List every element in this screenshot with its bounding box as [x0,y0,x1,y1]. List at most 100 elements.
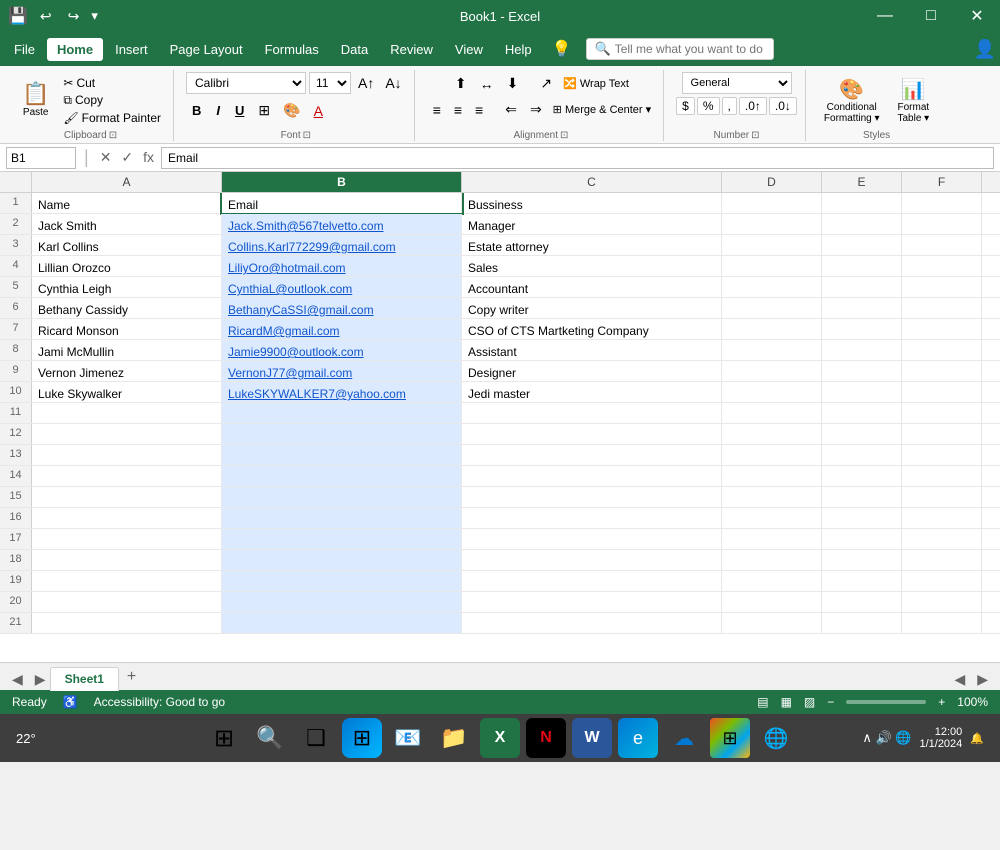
cell-e2[interactable] [822,214,902,234]
align-center-btn[interactable]: ≡ [448,98,468,121]
minimize-btn[interactable]: — [862,0,908,32]
row-header[interactable]: 13 [0,445,32,465]
cell-d9[interactable] [722,361,822,381]
cell-e5[interactable] [822,277,902,297]
row-header[interactable]: 15 [0,487,32,507]
cell-d16[interactable] [722,508,822,528]
cell-f7[interactable] [902,319,982,339]
col-header-f[interactable]: F [902,172,982,192]
align-bottom-btn[interactable]: ⬇ [501,72,525,95]
cell-b7[interactable]: RicardM@gmail.com [222,319,462,339]
cell-c1[interactable]: Bussiness [462,193,722,213]
col-header-b[interactable]: B [222,172,462,192]
cell-d5[interactable] [722,277,822,297]
row-header[interactable]: 6 [0,298,32,318]
conditional-formatting-btn[interactable]: 🎨 ConditionalFormatting ▾ [818,74,886,127]
cell-c20[interactable] [462,592,722,612]
cell-b6[interactable]: BethanyCaSSI@gmail.com [222,298,462,318]
cell-c18[interactable] [462,550,722,570]
cell-d21[interactable] [722,613,822,633]
alignment-expand-icon[interactable]: ⊡ [560,130,568,141]
align-middle-btn[interactable]: ↔ [474,72,500,95]
edge-icon[interactable]: e [618,718,658,758]
cell-f4[interactable] [902,256,982,276]
cell-b4[interactable]: LiliyOro@hotmail.com [222,256,462,276]
cut-btn[interactable]: ✂ Cut [59,75,165,91]
cell-g17[interactable] [982,529,1000,549]
cell-c4[interactable]: Sales [462,256,722,276]
cell-e4[interactable] [822,256,902,276]
merge-center-btn[interactable]: ⊞ Merge & Center ▾ [549,98,656,121]
menu-data[interactable]: Data [331,38,378,61]
cell-f17[interactable] [902,529,982,549]
row-header[interactable]: 3 [0,235,32,255]
row-header[interactable]: 14 [0,466,32,486]
cell-b8[interactable]: Jamie9900@outlook.com [222,340,462,360]
cell-e12[interactable] [822,424,902,444]
cell-g5[interactable] [982,277,1000,297]
dec-decimal-btn[interactable]: .0↓ [769,97,797,115]
cell-b13[interactable] [222,445,462,465]
cell-b1[interactable]: Email [222,193,462,213]
cell-e10[interactable] [822,382,902,402]
cell-e1[interactable] [822,193,902,213]
netflix-icon[interactable]: N [526,718,566,758]
cell-c15[interactable] [462,487,722,507]
notification-btn[interactable]: 🔔 [970,732,984,745]
row-header[interactable]: 21 [0,613,32,633]
cell-e11[interactable] [822,403,902,423]
cell-b9[interactable]: VernonJ77@gmail.com [222,361,462,381]
cell-b12[interactable] [222,424,462,444]
cell-d20[interactable] [722,592,822,612]
number-format-select[interactable]: General [682,72,792,94]
cell-c5[interactable]: Accountant [462,277,722,297]
cell-d6[interactable] [722,298,822,318]
cell-f5[interactable] [902,277,982,297]
menu-page-layout[interactable]: Page Layout [160,38,253,61]
italic-btn[interactable]: I [210,100,226,121]
font-size-increase-btn[interactable]: A↑ [354,73,378,93]
cell-d14[interactable] [722,466,822,486]
cell-f14[interactable] [902,466,982,486]
cell-b5[interactable]: CynthiaL@outlook.com [222,277,462,297]
view-normal-btn[interactable]: ▤ [757,695,768,709]
bold-btn[interactable]: B [186,100,207,121]
cell-a7[interactable]: Ricard Monson [32,319,222,339]
save-icon[interactable]: 💾 [8,6,28,26]
row-header[interactable]: 16 [0,508,32,528]
scroll-right-btn[interactable]: ▶ [973,669,992,690]
quick-access-dots[interactable]: ▾ [91,8,98,24]
cell-a13[interactable] [32,445,222,465]
align-top-btn[interactable]: ⬆ [449,72,473,95]
cell-e21[interactable] [822,613,902,633]
cell-a9[interactable]: Vernon Jimenez [32,361,222,381]
cell-d18[interactable] [722,550,822,570]
cell-g13[interactable] [982,445,1000,465]
search-input[interactable] [615,42,765,56]
inc-decimal-btn[interactable]: .0↑ [739,97,767,115]
cell-a1[interactable]: Name [32,193,222,213]
store-icon[interactable]: ⊞ [710,718,750,758]
cell-c2[interactable]: Manager [462,214,722,234]
cell-f11[interactable] [902,403,982,423]
row-header[interactable]: 2 [0,214,32,234]
cell-c3[interactable]: Estate attorney [462,235,722,255]
cell-c16[interactable] [462,508,722,528]
menu-help[interactable]: Help [495,38,542,61]
cell-d4[interactable] [722,256,822,276]
user-icon[interactable]: 👤 [974,39,996,60]
cell-f16[interactable] [902,508,982,528]
cell-f12[interactable] [902,424,982,444]
widgets-btn[interactable]: ⊞ [342,718,382,758]
cell-f18[interactable] [902,550,982,570]
cell-a2[interactable]: Jack Smith [32,214,222,234]
cell-b21[interactable] [222,613,462,633]
cell-g15[interactable] [982,487,1000,507]
font-border-btn[interactable]: ⊞ [253,100,275,121]
cell-a18[interactable] [32,550,222,570]
comma-btn[interactable]: , [722,97,737,115]
cell-a14[interactable] [32,466,222,486]
cell-e8[interactable] [822,340,902,360]
cell-e19[interactable] [822,571,902,591]
cell-a12[interactable] [32,424,222,444]
